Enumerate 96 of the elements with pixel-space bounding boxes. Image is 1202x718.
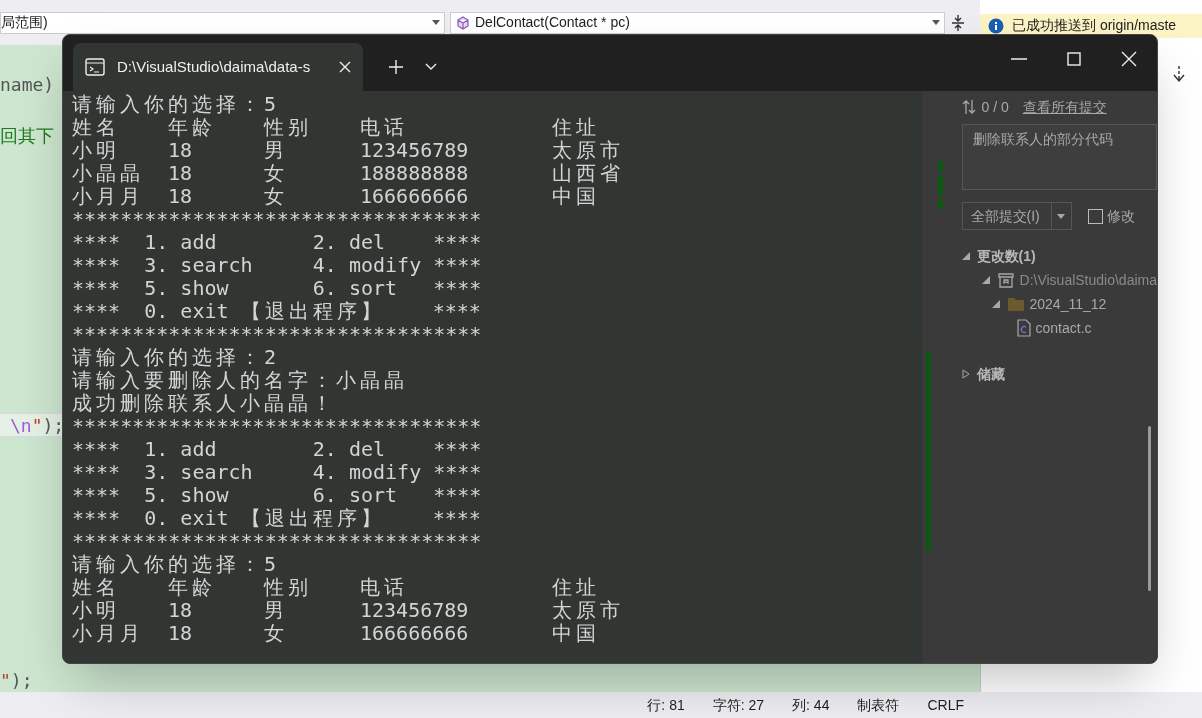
new-tab-icon[interactable] bbox=[389, 60, 403, 74]
caret-icon[interactable] bbox=[432, 20, 440, 25]
terminal-tab[interactable]: D:\VisualStudio\daima\data-s bbox=[73, 43, 363, 91]
checkbox-label: 修改 bbox=[1106, 206, 1135, 226]
table-cell: 小明 bbox=[72, 139, 120, 162]
code-line: 回其下 bbox=[0, 123, 54, 147]
expander-icon[interactable] bbox=[991, 300, 1002, 308]
table-cell: 年龄 bbox=[168, 116, 216, 139]
terminal-line: ********************************** bbox=[72, 208, 482, 231]
commit-all-button[interactable]: 全部提交(I) bbox=[961, 202, 1072, 230]
table-cell: 女 bbox=[264, 162, 288, 185]
terminal-line: **** 3. search 4. modify **** bbox=[72, 461, 482, 484]
cube-icon bbox=[455, 14, 471, 31]
table-cell: 电话 bbox=[360, 116, 408, 139]
code-line: name) bbox=[0, 72, 55, 96]
status-item: 行: 81 bbox=[647, 695, 685, 715]
repository-icon bbox=[996, 271, 1015, 289]
amend-checkbox[interactable] bbox=[1087, 208, 1103, 224]
table-cell: 18 bbox=[168, 139, 193, 162]
expander-icon[interactable] bbox=[961, 252, 972, 260]
table-cell: 166666666 bbox=[360, 185, 469, 208]
table-cell: 18 bbox=[168, 599, 193, 622]
status-item: CRLF bbox=[927, 695, 964, 715]
table-cell: 小晶晶 bbox=[72, 162, 144, 185]
table-cell: 小月月 bbox=[72, 622, 144, 645]
view-all-link[interactable]: 查看所有提交 bbox=[1022, 96, 1107, 118]
tree-item[interactable]: 更改数(1) bbox=[976, 245, 1036, 267]
info-icon bbox=[988, 17, 1004, 34]
table-cell: 小明 bbox=[72, 599, 120, 622]
terminal-line: **** 1. add 2. del **** bbox=[72, 231, 482, 254]
download-icon bbox=[1172, 65, 1186, 83]
terminal-line: ********************************** bbox=[72, 530, 482, 553]
terminal-line: 请输入你的选择：5 bbox=[72, 553, 277, 576]
table-cell: 小月月 bbox=[72, 185, 144, 208]
split-icon[interactable] bbox=[951, 13, 965, 32]
table-cell: 姓名 bbox=[72, 116, 120, 139]
code-line: "); bbox=[0, 668, 33, 692]
status-item: 制表符 bbox=[857, 695, 900, 715]
commit-message-field[interactable]: 删除联系人的部分代码 bbox=[961, 124, 1157, 190]
table-cell: 年龄 bbox=[168, 576, 216, 599]
commit-count: 0 / 0 bbox=[981, 97, 1009, 117]
table-cell: 18 bbox=[168, 622, 193, 645]
terminal-icon bbox=[85, 58, 105, 76]
folder-icon bbox=[1006, 296, 1025, 312]
table-cell: 性别 bbox=[264, 116, 312, 139]
table-cell: 中国 bbox=[552, 622, 600, 645]
table-cell: 188888888 bbox=[360, 162, 469, 185]
status-item: 列: 44 bbox=[792, 695, 830, 715]
table-cell: 女 bbox=[264, 622, 288, 645]
tree-item[interactable]: contact.c bbox=[1035, 317, 1092, 339]
function-dropdown[interactable]: DelContact(Contact * pc) bbox=[450, 11, 945, 34]
terminal-line: 请输入你的选择：2 bbox=[72, 346, 277, 369]
expander-icon[interactable] bbox=[961, 369, 972, 379]
terminal-line: ********************************** bbox=[72, 323, 482, 346]
caret-icon[interactable] bbox=[932, 20, 940, 25]
table-cell: 中国 bbox=[552, 185, 600, 208]
close-icon[interactable] bbox=[1121, 51, 1137, 67]
table-cell: 电话 bbox=[360, 576, 408, 599]
table-cell: 166666666 bbox=[360, 622, 469, 645]
table-cell: 住址 bbox=[552, 576, 600, 599]
terminal-line: **** 5. show 6. sort **** bbox=[72, 277, 482, 300]
terminal-line: 请输入你的选择：5 bbox=[72, 93, 277, 116]
table-cell: 18 bbox=[168, 185, 193, 208]
table-cell: 123456789 bbox=[360, 139, 469, 162]
tree-item[interactable]: 2024_11_12 bbox=[1029, 293, 1107, 315]
terminal-line: **** 5. show 6. sort **** bbox=[72, 484, 482, 507]
tree-item[interactable]: 储藏 bbox=[976, 363, 1005, 385]
scrollbar[interactable] bbox=[1148, 426, 1151, 591]
table-cell: 性别 bbox=[264, 576, 312, 599]
sort-arrows-icon bbox=[961, 99, 976, 115]
c-file-icon bbox=[1016, 319, 1031, 337]
table-cell: 太原市 bbox=[552, 599, 624, 622]
chevron-down-icon[interactable] bbox=[425, 63, 437, 71]
expander-icon[interactable] bbox=[981, 276, 992, 284]
table-cell: 女 bbox=[264, 185, 288, 208]
close-icon[interactable] bbox=[339, 61, 351, 73]
table-cell: 太原市 bbox=[552, 139, 624, 162]
scope-dropdown[interactable]: 局范围) bbox=[0, 11, 445, 34]
status-item: 字符: 27 bbox=[712, 695, 765, 715]
table-cell: 男 bbox=[264, 139, 288, 162]
terminal-line: **** 3. search 4. modify **** bbox=[72, 254, 482, 277]
table-cell: 123456789 bbox=[360, 599, 469, 622]
table-cell: 姓名 bbox=[72, 576, 120, 599]
maximize-icon[interactable] bbox=[1067, 52, 1081, 66]
terminal-line: 请输入要删除人的名字：小晶晶 bbox=[72, 369, 408, 392]
terminal-line: ********************************** bbox=[72, 415, 482, 438]
terminal-line: **** 0. exit 【退出程序】 **** bbox=[72, 507, 481, 530]
table-cell: 18 bbox=[168, 162, 193, 185]
terminal-line: 成功删除联系人小晶晶！ bbox=[72, 392, 336, 415]
table-cell: 山西省 bbox=[552, 162, 624, 185]
table-cell: 住址 bbox=[552, 116, 600, 139]
terminal-line: **** 0. exit 【退出程序】 **** bbox=[72, 300, 481, 323]
tree-item[interactable]: D:\VisualStudio\daima bbox=[1019, 269, 1157, 291]
table-cell: 男 bbox=[264, 599, 288, 622]
terminal-line: **** 1. add 2. del **** bbox=[72, 438, 482, 461]
caret-icon[interactable] bbox=[1057, 213, 1065, 219]
